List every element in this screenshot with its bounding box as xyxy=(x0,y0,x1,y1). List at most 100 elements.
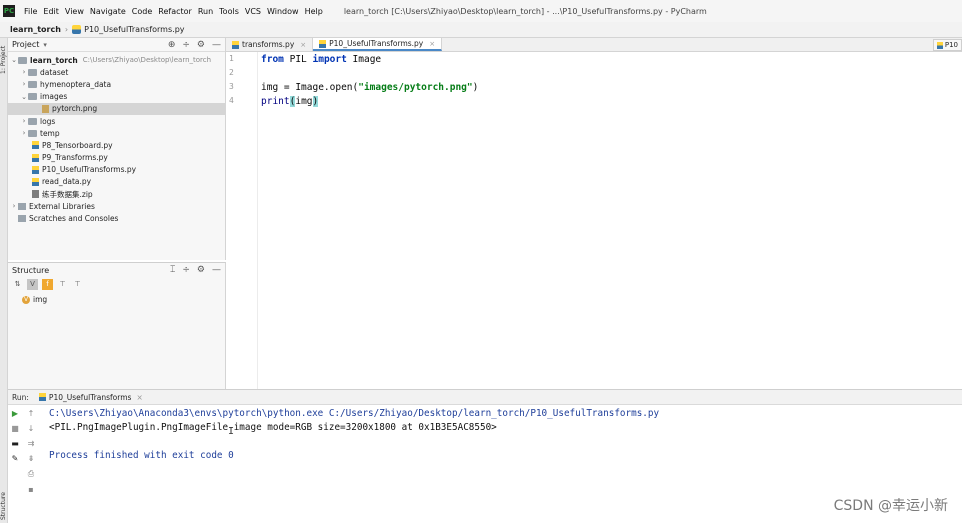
python-file-icon xyxy=(232,40,239,49)
chevron-right-icon[interactable]: › xyxy=(10,202,18,210)
tree-item-external-libraries[interactable]: › External Libraries xyxy=(8,200,226,212)
breadcrumb-file[interactable]: P10_UsefulTransforms.py xyxy=(84,25,184,34)
show-functions-icon[interactable]: f xyxy=(42,278,53,290)
console-output[interactable]: C:\Users\Zhiyao\Anaconda3\envs\pytorch\p… xyxy=(49,407,659,463)
tree-item-pytorch-png[interactable]: pytorch.png xyxy=(8,102,226,115)
menu-run[interactable]: Run xyxy=(195,7,216,16)
menu-refactor[interactable]: Refactor xyxy=(155,7,195,16)
tree-item-dataset[interactable]: › dataset xyxy=(8,66,226,78)
editor-tabbar: transforms.py × P10_UsefulTransforms.py … xyxy=(226,38,962,52)
gear-icon[interactable]: ⚙ xyxy=(197,265,205,275)
tree-item-zip-archive[interactable]: 练手数据集.zip xyxy=(8,188,226,200)
menu-file[interactable]: File xyxy=(21,7,40,16)
layout-icon[interactable]: ▬ xyxy=(11,439,19,448)
tab-p10-usefultransforms[interactable]: P10_UsefulTransforms.py × xyxy=(313,38,443,51)
code-line: img = Image.open("images/pytorch.png") xyxy=(261,81,478,95)
tree-item-p10-usefultransforms[interactable]: P10_UsefulTransforms.py xyxy=(8,164,226,176)
chevron-down-icon[interactable]: ⌄ xyxy=(20,93,28,101)
folder-icon xyxy=(28,93,37,101)
tree-item-logs[interactable]: › logs xyxy=(8,115,226,127)
scratches-icon xyxy=(18,215,26,223)
stop-icon[interactable]: ■ xyxy=(11,424,19,433)
folder-icon xyxy=(28,129,37,137)
scroll-down-icon[interactable]: ↓ xyxy=(28,424,35,433)
chevron-down-icon[interactable]: ⌄ xyxy=(10,56,18,64)
chevron-right-icon[interactable]: › xyxy=(20,80,28,88)
chevron-right-icon[interactable]: › xyxy=(20,117,28,125)
menu-help[interactable]: Help xyxy=(302,7,326,16)
code-area[interactable]: from PIL import Image img = Image.open("… xyxy=(261,53,478,109)
soft-wrap-icon[interactable]: ⇉ xyxy=(28,439,35,448)
close-icon[interactable]: × xyxy=(136,393,142,402)
variable-icon: V xyxy=(22,295,30,304)
collapse-all-icon[interactable]: ÷ xyxy=(182,40,190,50)
trash-icon[interactable]: ▪ xyxy=(28,485,33,494)
tree-item-label: hymenoptera_data xyxy=(40,79,112,89)
tree-item-p9-transforms[interactable]: P9_Transforms.py xyxy=(8,152,226,164)
chevron-right-icon[interactable]: › xyxy=(20,129,28,137)
project-view-selector[interactable]: Project xyxy=(12,40,39,49)
breadcrumb: learn_torch › P10_UsefulTransforms.py xyxy=(0,22,962,38)
tree-item-hymenoptera-data[interactable]: › hymenoptera_data xyxy=(8,78,226,90)
tree-item-learn-torch[interactable]: ⌄ learn_torch C:\Users\Zhiyao\Desktop\le… xyxy=(8,54,226,66)
tree-item-read-data[interactable]: read_data.py xyxy=(8,176,226,188)
menu-tools[interactable]: Tools xyxy=(216,7,242,16)
python-file-icon xyxy=(936,41,943,49)
breadcrumb-project[interactable]: learn_torch xyxy=(10,25,61,34)
builtin-function: print xyxy=(261,96,290,107)
filter-icon[interactable]: ⊤ xyxy=(57,279,68,290)
locate-icon[interactable]: ⊕ xyxy=(168,40,176,50)
chevron-right-icon[interactable]: › xyxy=(20,68,28,76)
tree-item-path: C:\Users\Zhiyao\Desktop\learn_torch xyxy=(82,56,212,65)
code-token: img = Image.open( xyxy=(261,82,359,93)
filter-inherited-icon[interactable]: ⊤ xyxy=(72,279,83,290)
project-tool-window-button[interactable]: 1: Project xyxy=(0,40,8,80)
tree-item-images[interactable]: ⌄ images xyxy=(8,91,226,103)
close-icon[interactable]: × xyxy=(300,41,306,49)
tree-item-temp[interactable]: › temp xyxy=(8,127,226,139)
tree-item-scratches[interactable]: Scratches and Consoles xyxy=(8,212,226,224)
chevron-down-icon[interactable]: ▾ xyxy=(43,41,47,49)
tab-transforms[interactable]: transforms.py × xyxy=(226,38,314,51)
expand-all-icon[interactable]: ⌶ xyxy=(170,265,175,275)
menu-view[interactable]: View xyxy=(62,7,87,16)
hide-icon[interactable]: — xyxy=(212,40,221,50)
rerun-icon[interactable]: ▶ xyxy=(12,409,18,418)
console-line: Process finished with exit code 0 xyxy=(49,450,234,461)
matched-brace: ) xyxy=(312,96,319,107)
print-icon[interactable]: ⎙ xyxy=(28,469,34,479)
show-fields-icon[interactable]: V xyxy=(27,278,38,290)
run-config-selector[interactable]: P10 xyxy=(932,39,962,51)
folder-icon xyxy=(18,56,27,64)
left-tool-stripe: 1: Project Structure xyxy=(0,38,8,523)
hide-icon[interactable]: — xyxy=(212,265,221,275)
menu-window[interactable]: Window xyxy=(264,7,302,16)
library-icon xyxy=(18,202,26,210)
run-label: Run: xyxy=(12,392,29,402)
python-file-icon xyxy=(32,165,39,174)
gear-icon[interactable]: ⚙ xyxy=(197,40,205,50)
tab-label: transforms.py xyxy=(242,40,295,49)
code-token: PIL xyxy=(283,54,313,65)
menu-navigate[interactable]: Navigate xyxy=(87,7,129,16)
image-file-icon xyxy=(42,104,49,113)
folder-icon xyxy=(28,117,37,125)
collapse-all-icon[interactable]: ÷ xyxy=(182,265,190,275)
menu-edit[interactable]: Edit xyxy=(40,7,62,16)
sort-alpha-icon[interactable]: ⇅ xyxy=(12,279,23,290)
scroll-up-icon[interactable]: ↑ xyxy=(28,409,35,418)
run-tab[interactable]: P10_UsefulTransforms × xyxy=(38,393,143,402)
python-file-icon xyxy=(32,141,39,150)
python-file-icon xyxy=(32,177,39,186)
menu-vcs[interactable]: VCS xyxy=(242,7,264,16)
tree-item-label: pytorch.png xyxy=(52,104,98,114)
close-icon[interactable]: × xyxy=(429,40,435,48)
structure-tool-window-button[interactable]: Structure xyxy=(0,490,8,523)
scroll-to-end-icon[interactable]: ⇟ xyxy=(28,454,35,463)
editor: transforms.py × P10_UsefulTransforms.py … xyxy=(226,38,962,389)
tree-item-label: images xyxy=(40,92,68,102)
menu-code[interactable]: Code xyxy=(129,7,155,16)
structure-item-img[interactable]: V img xyxy=(22,295,225,304)
pin-icon[interactable]: ✎ xyxy=(12,454,19,463)
tree-item-p8-tensorboard[interactable]: P8_Tensorboard.py xyxy=(8,139,226,151)
